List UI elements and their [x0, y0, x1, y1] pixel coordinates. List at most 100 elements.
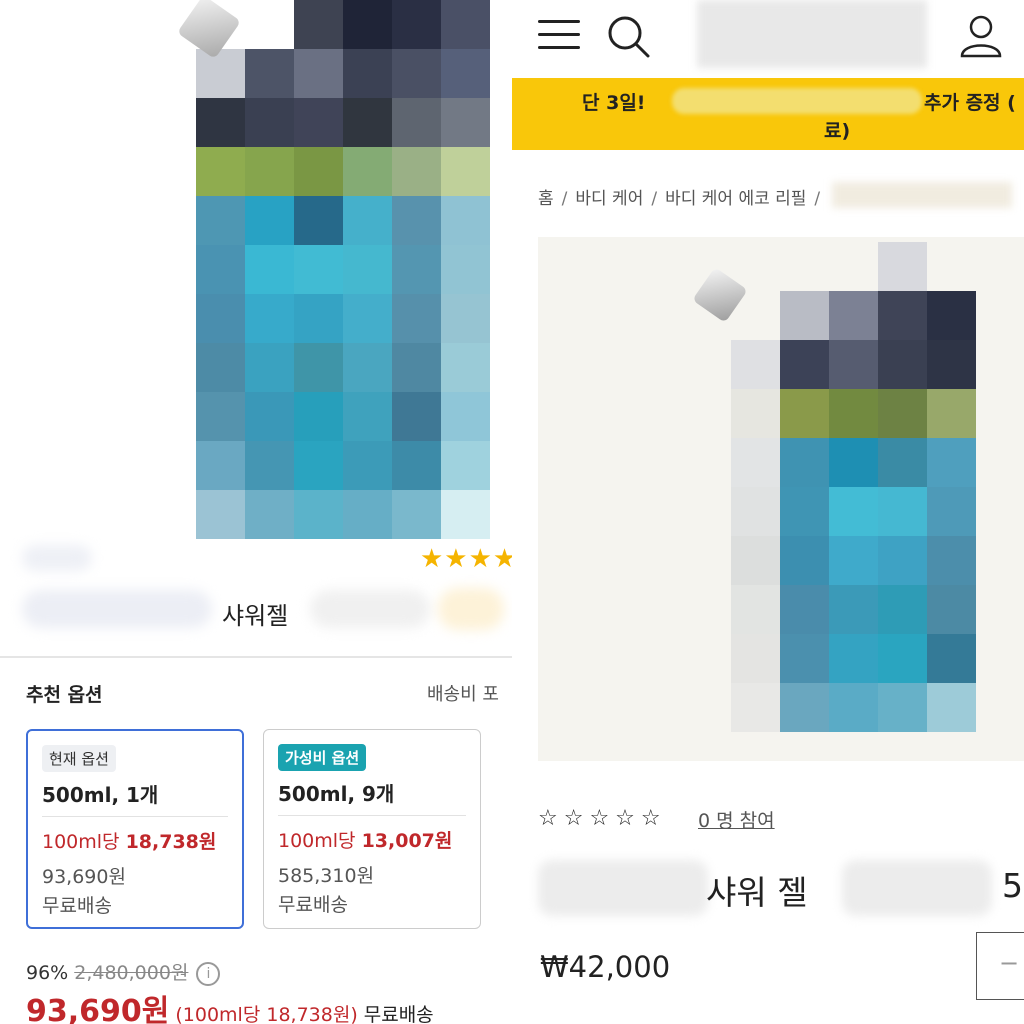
unit-price-value: 18,738원	[125, 831, 217, 853]
mosaic-cell	[392, 0, 441, 49]
option-card-value[interactable]: 가성비 옵션 500ml, 9개 100ml당 13,007원 585,310원…	[263, 729, 481, 929]
option-total-price: 93,690원	[42, 866, 126, 888]
search-icon[interactable]	[606, 14, 650, 58]
option-total-price: 585,310원	[278, 865, 375, 887]
option-card-current[interactable]: 현재 옵션 500ml, 1개 100ml당 18,738원 93,690원 무…	[26, 729, 244, 929]
mosaic-cell	[343, 294, 392, 343]
mosaic-cell	[294, 490, 343, 539]
review-count-link[interactable]: 0 명 참여	[698, 806, 775, 833]
mosaic-cell	[343, 196, 392, 245]
mosaic-cell	[245, 490, 294, 539]
mosaic-cell	[245, 245, 294, 294]
mosaic-cell	[343, 98, 392, 147]
mosaic-cell	[245, 392, 294, 441]
mosaic-cell	[196, 245, 245, 294]
mosaic-cell	[196, 392, 245, 441]
mosaic-cell	[780, 536, 829, 585]
mosaic-cell	[927, 340, 976, 389]
mosaic-cell	[829, 291, 878, 340]
breadcrumb-body-care[interactable]: 바디 케어	[575, 189, 643, 209]
quantity-decrease-button[interactable]: −	[976, 932, 1024, 1000]
product-image[interactable]	[0, 0, 490, 539]
mosaic-cell	[196, 196, 245, 245]
mosaic-cell	[829, 536, 878, 585]
sale-price-row: 93,690원 (100ml당 18,738원) 무료배송	[26, 986, 434, 1024]
mosaic-cell	[392, 392, 441, 441]
mosaic-cell	[245, 343, 294, 392]
breadcrumb-home[interactable]: 홈	[538, 189, 554, 209]
mosaic-cell	[196, 49, 245, 98]
mosaic-cell	[829, 340, 878, 389]
mosaic-cell	[927, 683, 976, 732]
user-icon[interactable]	[960, 14, 1002, 58]
product-name-blur	[538, 860, 708, 916]
mosaic-cell	[294, 343, 343, 392]
mosaic-cell	[196, 343, 245, 392]
mosaic-cell	[441, 343, 490, 392]
mosaic-cell	[196, 441, 245, 490]
option-unit-price: 100ml당 13,007원	[278, 826, 452, 853]
product-name-tail: 5	[1002, 866, 1023, 905]
mosaic-cell	[196, 294, 245, 343]
logo-blur	[697, 0, 927, 68]
mosaic-cell	[731, 340, 780, 389]
mosaic-cell	[731, 536, 780, 585]
info-icon[interactable]: i	[196, 961, 221, 986]
mosaic-cell	[927, 585, 976, 634]
mosaic-cell	[343, 0, 392, 49]
option-size: 500ml, 9개	[278, 782, 395, 806]
mosaic-cell	[245, 294, 294, 343]
product-name-blur	[22, 590, 212, 628]
banner-text-start: 단 3일!	[582, 92, 646, 114]
mosaic-cell	[441, 245, 490, 294]
brand-name-blur	[22, 545, 92, 571]
mosaic-cell	[878, 340, 927, 389]
mosaic-cell	[731, 487, 780, 536]
mosaic-cell	[927, 291, 976, 340]
mosaic-cell	[441, 98, 490, 147]
mosaic-cell	[927, 389, 976, 438]
mosaic-cell	[829, 634, 878, 683]
minus-icon: −	[999, 949, 1020, 977]
original-price: 2,480,000원	[74, 962, 189, 984]
breadcrumb-eco-refill[interactable]: 바디 케어 에코 리필	[665, 189, 806, 209]
mosaic-cell	[441, 0, 490, 49]
right-screenshot-panel: 단 3일! 추가 증정 ( 료) 홈 / 바디 케어 / 바디 케어 에코 리필 / ☆☆…	[512, 0, 1024, 1024]
mosaic-cell	[392, 147, 441, 196]
mosaic-cell	[245, 196, 294, 245]
recommended-options-title: 추천 옵션	[26, 684, 103, 706]
mosaic-cell	[294, 49, 343, 98]
product-name: 샤워 젤	[706, 873, 808, 912]
menu-icon[interactable]	[538, 18, 580, 52]
product-name-blur-2	[310, 590, 430, 628]
rating-stars: ☆☆☆☆☆	[538, 806, 667, 831]
product-price: ₩42,000	[540, 950, 671, 984]
mosaic-cell	[878, 536, 927, 585]
option-divider	[278, 815, 466, 816]
section-divider	[0, 656, 512, 658]
mosaic-cell	[780, 389, 829, 438]
mosaic-cell	[441, 294, 490, 343]
option-divider	[42, 816, 228, 817]
breadcrumb-blur	[832, 182, 1012, 208]
mosaic-cell	[343, 490, 392, 539]
mosaic-cell	[294, 245, 343, 294]
mosaic-cell	[780, 585, 829, 634]
banner-text-end: 추가 증정 (	[924, 92, 1016, 114]
mosaic-cell	[878, 242, 927, 291]
mosaic-cell	[343, 441, 392, 490]
rating-stars: ★★★★	[420, 544, 512, 574]
mosaic-cell	[245, 441, 294, 490]
mosaic-cell	[245, 147, 294, 196]
mosaic-cell	[731, 389, 780, 438]
mosaic-cell	[829, 487, 878, 536]
mosaic-cell	[294, 147, 343, 196]
mosaic-cell	[927, 487, 976, 536]
mosaic-cell	[294, 98, 343, 147]
option-tag: 가성비 옵션	[278, 744, 367, 771]
mosaic-cell	[343, 343, 392, 392]
option-shipping: 무료배송	[42, 895, 112, 917]
mosaic-cell	[392, 343, 441, 392]
mosaic-cell	[878, 291, 927, 340]
mosaic-cell	[196, 98, 245, 147]
